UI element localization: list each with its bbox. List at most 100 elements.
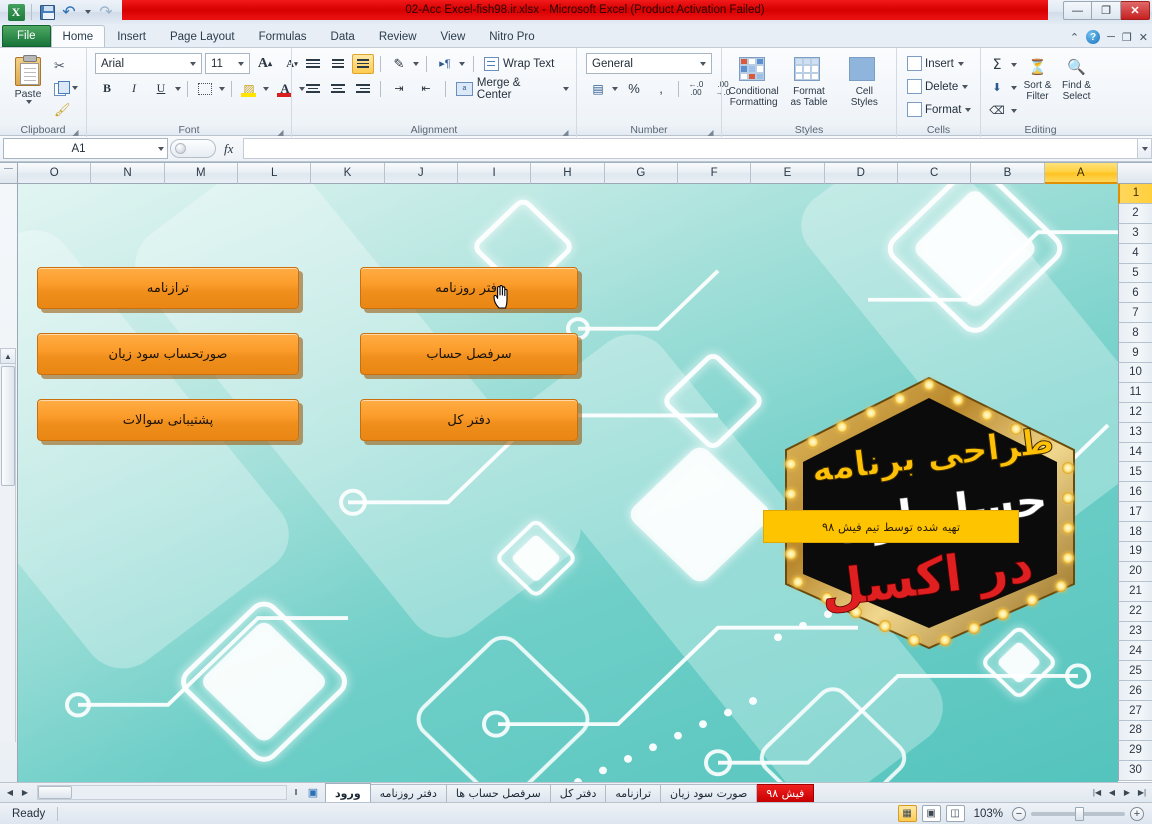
column-header-h[interactable]: H <box>531 163 605 184</box>
row-header-7[interactable]: 7 <box>1118 303 1152 324</box>
expand-formula-bar-button[interactable] <box>1137 138 1152 159</box>
name-box[interactable]: A1 <box>3 138 168 159</box>
underline-split-button[interactable]: U <box>149 78 182 99</box>
row-header-6[interactable]: 6 <box>1118 283 1152 304</box>
chevron-down-icon[interactable] <box>261 78 270 99</box>
formula-input[interactable] <box>243 138 1137 159</box>
row-header-26[interactable]: 26 <box>1118 681 1152 702</box>
redo-button[interactable]: ↷ <box>96 2 116 22</box>
bold-button[interactable]: B <box>95 78 119 99</box>
text-direction-split-button[interactable]: ▸¶ <box>433 53 466 74</box>
row-header-8[interactable]: 8 <box>1118 323 1152 344</box>
row-header-30[interactable]: 30 <box>1118 760 1152 781</box>
cell-styles-button[interactable]: Cell Styles <box>837 55 891 108</box>
conditional-formatting-button[interactable]: Conditional Formatting <box>727 55 781 108</box>
row-header-20[interactable]: 20 <box>1118 561 1152 582</box>
zoom-in-button[interactable]: + <box>1130 806 1144 821</box>
align-right-button[interactable] <box>352 79 374 99</box>
chevron-down-icon[interactable] <box>1009 77 1018 98</box>
column-header-b[interactable]: B <box>971 163 1045 184</box>
column-header-f[interactable]: F <box>677 163 752 184</box>
column-header-a[interactable]: A <box>1044 163 1118 184</box>
paste-button[interactable]: Paste <box>4 53 52 104</box>
font-dialog-launcher[interactable]: ◢ <box>276 128 285 137</box>
vertical-scrollbar[interactable]: ▲ <box>0 348 16 742</box>
tab-home[interactable]: Home <box>50 25 106 47</box>
horizontal-scrollbar[interactable] <box>37 785 287 800</box>
tab-formulas[interactable]: Formulas <box>247 26 319 47</box>
column-header-o[interactable]: O <box>18 163 92 184</box>
number-dialog-launcher[interactable]: ◢ <box>706 128 715 137</box>
row-header-10[interactable]: 10 <box>1118 363 1152 383</box>
row-header-2[interactable]: 2 <box>1118 203 1152 224</box>
window-close-icon[interactable]: ✕ <box>1139 31 1148 44</box>
scroll-up-button[interactable]: ▲ <box>0 348 16 364</box>
chevron-down-icon[interactable] <box>563 86 569 91</box>
chevron-down-icon[interactable] <box>411 53 420 74</box>
row-header-3[interactable]: 3 <box>1118 223 1152 244</box>
increase-indent-button[interactable]: ⇤ <box>414 78 438 99</box>
window-minimize-icon[interactable]: ─ <box>1107 31 1115 43</box>
rtl-direction-button[interactable]: ▸¶ <box>433 53 457 74</box>
fill-color-button[interactable]: ▨ <box>237 78 261 99</box>
row-header-13[interactable]: 13 <box>1118 422 1152 443</box>
orientation-split-button[interactable]: ✎ <box>387 53 420 74</box>
zoom-slider[interactable] <box>1031 806 1125 821</box>
column-header-e[interactable]: E <box>751 163 825 184</box>
font-name-combo[interactable]: Arial <box>95 53 202 74</box>
alignment-dialog-launcher[interactable]: ◢ <box>561 128 570 137</box>
zoom-slider-thumb[interactable] <box>1075 806 1084 821</box>
delete-cells-button[interactable]: Delete <box>905 76 970 97</box>
row-header-18[interactable]: 18 <box>1118 522 1152 543</box>
row-header-29[interactable]: 29 <box>1118 740 1152 761</box>
last-sheet-button[interactable]: ▶| <box>1135 785 1149 800</box>
chevron-down-icon[interactable] <box>217 78 226 99</box>
row-header-12[interactable]: 12 <box>1118 402 1152 423</box>
vertical-scroll-thumb[interactable] <box>1 366 15 486</box>
autosum-split-button[interactable]: Σ <box>985 54 1018 75</box>
next-sheet-button[interactable]: ▶ <box>1120 785 1134 800</box>
column-header-i[interactable]: I <box>457 163 532 184</box>
find-select-button[interactable]: 🔍 Find & Select <box>1057 54 1096 103</box>
row-header-19[interactable]: 19 <box>1118 542 1152 562</box>
split-handle[interactable]: ‖ <box>289 785 303 800</box>
column-header-m[interactable]: M <box>164 163 238 184</box>
format-as-table-button[interactable]: Format as Table <box>782 55 836 108</box>
sort-filter-button[interactable]: ⏳ Sort & Filter <box>1018 54 1057 103</box>
accounting-format-button[interactable]: ▤ <box>586 78 610 99</box>
undo-button[interactable]: ↶ <box>59 2 79 22</box>
insert-worksheet-button[interactable]: ▣ <box>303 784 323 802</box>
insert-cells-button[interactable]: Insert <box>905 53 966 74</box>
chevron-down-icon[interactable] <box>965 107 972 112</box>
row-header-5[interactable]: 5 <box>1118 263 1152 284</box>
row-header-4[interactable]: 4 <box>1118 243 1152 264</box>
align-top-button[interactable] <box>302 54 324 74</box>
column-header-g[interactable]: G <box>604 163 678 184</box>
sheet-canvas[interactable]: طراحی برنامه حسابداری در اکسل دفتر روزنا… <box>18 184 1118 782</box>
tab-nitro-pro[interactable]: Nitro Pro <box>477 26 546 47</box>
column-header-n[interactable]: N <box>91 163 165 184</box>
row-header-28[interactable]: 28 <box>1118 721 1152 741</box>
align-left-button[interactable] <box>302 79 324 99</box>
clear-split-button[interactable]: ⌫ <box>985 100 1018 121</box>
normal-view-button[interactable]: ▦ <box>897 805 917 822</box>
row-header-11[interactable]: 11 <box>1118 382 1152 403</box>
borders-button[interactable] <box>193 78 217 99</box>
excel-logo-button[interactable]: X <box>6 2 26 22</box>
tab-review[interactable]: Review <box>367 26 429 47</box>
row-header-22[interactable]: 22 <box>1118 601 1152 622</box>
clipboard-dialog-launcher[interactable]: ◢ <box>71 128 80 137</box>
chevron-down-icon[interactable] <box>1009 100 1018 121</box>
button-chart-of-accounts[interactable]: سرفصل حساب <box>360 333 578 375</box>
increase-decimal-button[interactable]: ←.0.00 <box>684 78 708 99</box>
chevron-down-icon[interactable] <box>173 78 182 99</box>
undo-dropdown[interactable] <box>81 3 94 21</box>
row-header-24[interactable]: 24 <box>1118 641 1152 662</box>
row-header-25[interactable]: 25 <box>1118 661 1152 682</box>
row-header-16[interactable]: 16 <box>1118 482 1152 503</box>
cut-button[interactable]: ✂ <box>52 56 80 76</box>
increase-font-size-button[interactable]: A ▴ <box>253 53 277 74</box>
sheet-tab-4[interactable]: ترازنامه <box>605 783 662 802</box>
button-support-questions[interactable]: پشتیبانی سوالات <box>37 399 299 441</box>
chevron-down-icon[interactable] <box>153 146 167 151</box>
